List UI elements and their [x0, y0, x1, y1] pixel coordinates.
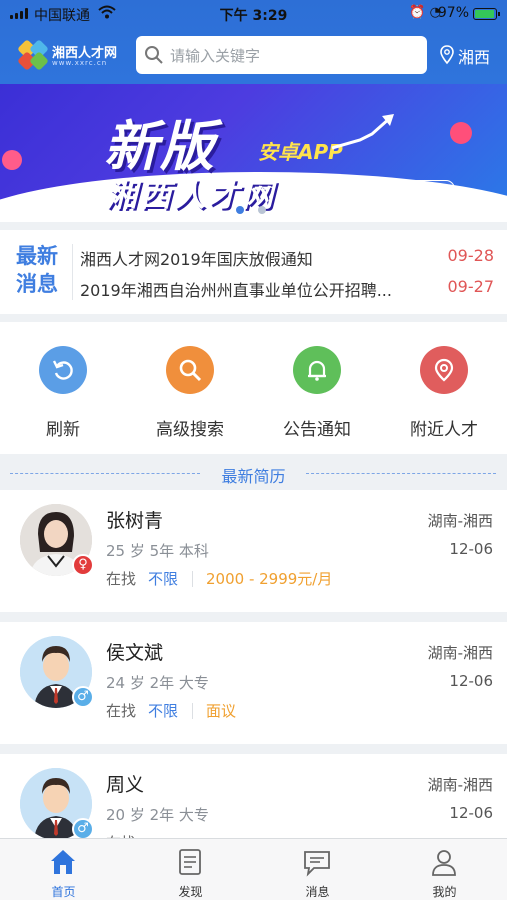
action-refresh[interactable]: 刷新 — [8, 346, 118, 446]
home-icon — [51, 850, 75, 874]
action-label: 公告通知 — [283, 420, 351, 440]
message-icon — [304, 851, 330, 877]
male-icon: ♂ — [72, 818, 94, 840]
candidate-region: 湖南-湘西 — [427, 776, 493, 794]
document-icon — [179, 849, 201, 875]
logo-url: www.xxrc.cn — [52, 59, 108, 67]
action-advanced-search[interactable]: 高级搜索 — [135, 346, 245, 446]
battery-icon — [473, 8, 500, 20]
section-title: 最新简历 — [221, 467, 286, 486]
expected-salary: 面议 — [206, 702, 237, 720]
candidate-name: 侯文斌 — [106, 642, 164, 664]
job-status: 在找 — [106, 570, 137, 588]
resume-date: 12-06 — [449, 540, 493, 558]
resume-date: 12-06 — [449, 804, 493, 822]
refresh-icon — [39, 346, 87, 394]
desired-job: 不限 — [148, 702, 179, 720]
desired-job: 不限 — [148, 570, 179, 588]
news-item[interactable]: 2019年湘西自治州州直事业单位公开招聘... 09-27 — [80, 277, 500, 301]
banner-subtitle: 湘西人才网 — [106, 178, 276, 214]
candidate-info: 25 岁 5年 本科 — [106, 542, 209, 560]
resume-card[interactable]: ♀ 张树青 湖南-湘西 25 岁 5年 本科 12-06 在找 不限 2000 … — [0, 490, 507, 612]
decor-dot — [450, 122, 472, 144]
action-label: 附近人才 — [410, 420, 478, 440]
candidate-region: 湖南-湘西 — [427, 512, 493, 530]
carousel-dot-active[interactable] — [236, 206, 244, 214]
search-icon — [145, 46, 163, 64]
candidate-info: 24 岁 2年 大专 — [106, 674, 209, 692]
location-pin-icon — [440, 45, 454, 65]
news-item[interactable]: 湘西人才网2019年国庆放假通知 09-28 — [80, 246, 500, 270]
news-title: 湘西人才网2019年国庆放假通知 — [80, 250, 313, 269]
trend-arrow-icon — [331, 114, 394, 150]
news-title: 2019年湘西自治州州直事业单位公开招聘... — [80, 281, 392, 300]
site-logo[interactable]: 湘西人才网 www.xxrc.cn — [17, 38, 128, 74]
candidate-region: 湖南-湘西 — [427, 644, 493, 662]
location-pin-icon — [420, 346, 468, 394]
bottom-tab-bar: 首页 发现 消息 我的 — [0, 838, 507, 900]
candidate-info: 20 岁 2年 大专 — [106, 806, 209, 824]
battery-percentage: 97% — [437, 5, 469, 21]
news-date: 09-28 — [447, 246, 495, 265]
logo-mark-icon — [17, 39, 50, 72]
expected-salary: 2000 - 2999元/月 — [206, 570, 333, 588]
promo-banner[interactable]: 新版 安卓APP 湘西人才网 点击下载 — [0, 84, 507, 222]
tab-messages[interactable]: 消息 — [254, 845, 381, 899]
user-icon — [432, 850, 456, 876]
tab-profile[interactable]: 我的 — [381, 845, 507, 899]
divider — [72, 244, 73, 300]
resume-date: 12-06 — [449, 672, 493, 690]
candidate-name: 周义 — [106, 774, 145, 796]
news-tag-line1: 最新 — [16, 244, 58, 268]
tab-label: 发现 — [178, 885, 203, 899]
tab-label: 首页 — [51, 885, 76, 899]
news-tag-line2: 消息 — [16, 272, 58, 296]
action-nearby-talent[interactable]: 附近人才 — [389, 346, 499, 446]
action-announcements[interactable]: 公告通知 — [262, 346, 372, 446]
male-icon: ♂ — [72, 686, 94, 708]
news-date: 09-27 — [447, 277, 495, 296]
job-status: 在找 — [106, 702, 137, 720]
tab-home[interactable]: 首页 — [0, 845, 127, 899]
search-input[interactable]: 请输入关键字 — [136, 36, 427, 74]
carousel-dot[interactable] — [258, 206, 266, 214]
tab-label: 消息 — [305, 885, 330, 899]
tab-discover[interactable]: 发现 — [127, 845, 254, 899]
dashed-divider — [306, 473, 496, 474]
resume-card[interactable]: ♂ 侯文斌 湖南-湘西 24 岁 2年 大专 12-06 在找 不限 面议 — [0, 622, 507, 744]
section-header: 最新简历 — [0, 456, 507, 490]
tab-label: 我的 — [432, 885, 457, 899]
divider — [192, 703, 193, 719]
location-label: 湘西 — [458, 48, 491, 67]
search-placeholder: 请输入关键字 — [170, 47, 261, 65]
search-icon — [166, 346, 214, 394]
latest-news: 最新 消息 湘西人才网2019年国庆放假通知 09-28 2019年湘西自治州州… — [0, 230, 507, 314]
candidate-name: 张树青 — [106, 510, 164, 532]
bell-icon — [293, 346, 341, 394]
decor-dot — [2, 150, 22, 170]
action-label: 高级搜索 — [156, 420, 224, 440]
alarm-lock-icon: ⏰ ◔ — [409, 5, 441, 20]
divider — [192, 571, 193, 587]
action-label: 刷新 — [46, 420, 80, 440]
download-button[interactable]: 点击下载 — [373, 180, 455, 198]
status-bar: 中国联通 下午 3:29 ⏰ ◔ 97% — [0, 0, 507, 26]
news-tag: 最新 消息 — [16, 242, 68, 298]
female-icon: ♀ — [72, 554, 94, 576]
quick-actions: 刷新 高级搜索 公告通知 附近人才 — [0, 322, 507, 454]
